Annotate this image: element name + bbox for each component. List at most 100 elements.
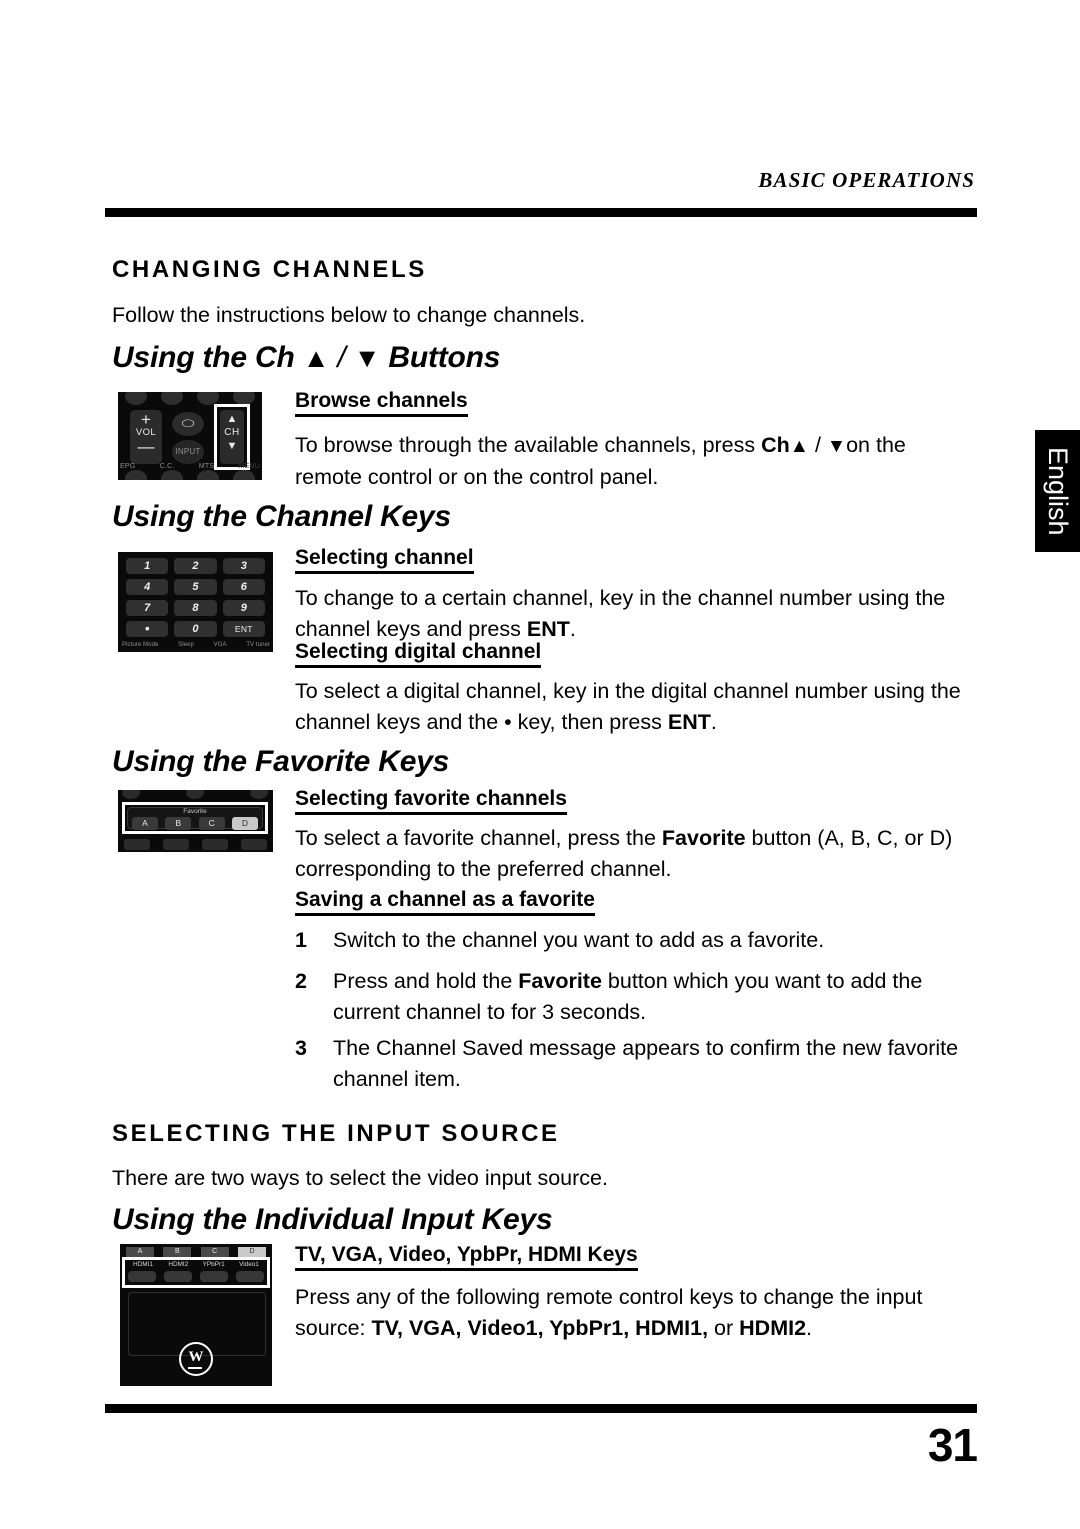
step-number-1: 1 (295, 928, 307, 952)
ch-inline-up-icon: ▲ (789, 435, 809, 457)
input-body-or: or (714, 1316, 734, 1340)
keypad-key-2: 2 (174, 558, 217, 574)
list-item: 2 Press and hold the Favorite button whi… (295, 966, 985, 1028)
input-key-labels: HDMI1 HDMI2 YPbPr1 Video1 (128, 1261, 264, 1268)
digital-channel-line1: To select a digital channel, key in the … (295, 679, 925, 703)
input-letter-d: D (237, 1247, 266, 1257)
step-number-3: 3 (295, 1036, 307, 1060)
language-tab: English (1035, 430, 1080, 552)
favorite-keys-highlight: Favorite A B C D (122, 802, 268, 834)
input-body-line2-pre: source: (295, 1316, 366, 1340)
selecting-channel-line1: To change to a certain channel, key in t… (295, 586, 910, 610)
manual-page: BASIC OPERATIONS English CHANGING CHANNE… (0, 0, 1080, 1529)
selecting-channel-body: To change to a certain channel, key in t… (295, 583, 975, 645)
keypad-key-9: 9 (222, 600, 265, 616)
favorite-key-c: C (198, 817, 225, 830)
input-label-video1: Video1 (239, 1261, 259, 1268)
slash-separator: / (337, 341, 346, 374)
selecting-favorite-body: To select a favorite channel, press the … (295, 823, 985, 885)
step2-post: button which you want to add (607, 969, 887, 993)
caption-mts: MTS (198, 463, 215, 470)
keypad-key-6: 6 (222, 579, 265, 595)
step-text-2: Press and hold the Favorite button which… (333, 966, 985, 1028)
ent-key-label-1: ENT (526, 617, 570, 641)
footer-rule (105, 1404, 977, 1413)
list-item: 1 Switch to the channel you want to add … (295, 925, 985, 956)
input-source-intro: There are two ways to select the video i… (112, 1166, 608, 1190)
ch-up-icon: ▲ (226, 413, 238, 425)
favorite-keys-inner: Favorite A B C D (127, 807, 263, 830)
control-panel-image: + VOL — ⬭ INPUT ▲ CH ▼ EPG C.C. MTS MENU (118, 392, 262, 480)
input-body-line1: Press any of the following remote contro… (295, 1285, 923, 1309)
step-number-2: 2 (295, 969, 307, 993)
digital-channel-line2-post: . (710, 710, 717, 734)
input-source-key-list: TV, VGA, Video1, YpbPr1, HDMI1, (371, 1316, 709, 1340)
step-text-1: Switch to the channel you want to add as… (333, 928, 825, 952)
section-heading-input-source: SELECTING THE INPUT SOURCE (112, 1120, 560, 1147)
volume-key: + VOL — (130, 410, 162, 464)
step3-line1: The Channel Saved message appears to con… (333, 1036, 882, 1060)
keypad-key-7: 7 (126, 600, 169, 616)
input-source-key-hdmi2: HDMI2 (739, 1316, 807, 1340)
step-text-3: The Channel Saved message appears to con… (333, 1033, 985, 1095)
ch-inline-down-icon: ▼ (826, 435, 847, 457)
panel-bottom-dots (118, 469, 262, 480)
keypad-key-4: 4 (126, 579, 169, 595)
ch-inline-on: on (846, 433, 870, 457)
favorite-key-row: A B C D (132, 817, 258, 830)
triangle-down-icon: ▼ (353, 343, 381, 373)
minor-heading-input-keys: TV, VGA, Video, YpbPr, HDMI Keys (295, 1243, 638, 1271)
aspect-ratio-icon: ⬭ (172, 412, 204, 436)
minor-heading-selecting-digital-channel: Selecting digital channel (295, 640, 542, 668)
favorite-panel-title: Favorite (183, 808, 207, 815)
favorite-body-pre: To select a favorite channel, press the (295, 826, 656, 850)
keypad-key-0: 0 (174, 621, 217, 637)
panel-top-dots (118, 392, 262, 405)
keypad-image: 1 2 3 4 5 6 7 8 9 • 0 ENT Picture Mode S… (118, 552, 273, 652)
selecting-channel-line2-post: . (569, 617, 576, 641)
keypad-key-8: 8 (174, 600, 217, 616)
favorite-panel-bottom-row (124, 839, 267, 850)
caption-picture-mode: Picture Mode (122, 641, 159, 648)
input-letter-a: A (126, 1247, 154, 1257)
minor-heading-browse-channels: Browse channels (295, 389, 468, 417)
ent-key-label-2: ENT (667, 710, 711, 734)
subheading-ch-suffix: Buttons (388, 341, 501, 374)
favorite-body-post: button (A, B, C, or (751, 826, 924, 850)
triangle-up-icon: ▲ (302, 343, 330, 373)
westinghouse-logo-icon: W (179, 1342, 213, 1376)
subheading-favorite-keys: Using the Favorite Keys (112, 745, 450, 778)
caption-vga: VGA (213, 641, 227, 648)
browse-channels-body: To browse through the available channels… (295, 430, 975, 493)
keypad-key-ent: ENT (222, 621, 265, 637)
subheading-individual-input-keys: Using the Individual Input Keys (112, 1203, 553, 1236)
keypad-captions: Picture Mode Sleep VGA TV tuner (122, 641, 270, 648)
ch-inline-slash: / (814, 433, 821, 457)
volume-minus-label: — (137, 437, 155, 456)
input-letter-c: C (200, 1247, 229, 1257)
caption-sleep: Sleep (178, 641, 194, 648)
caption-menu: MENU (238, 463, 260, 470)
volume-plus-label: + (141, 410, 151, 429)
caption-tv-tuner: TV tuner (246, 641, 270, 648)
caption-cc: C.C. (159, 463, 175, 470)
input-keys-body: Press any of the following remote contro… (295, 1282, 985, 1344)
input-abcd-row: A B C D (126, 1247, 266, 1257)
browse-body-line1: To browse through the available channels… (295, 433, 756, 457)
input-body-period: . (806, 1316, 813, 1340)
panel-captions: EPG C.C. MTS MENU (120, 463, 260, 470)
favorite-button-label-2: Favorite (518, 969, 602, 993)
favorite-panel-top-dots (122, 790, 268, 800)
input-key-label: INPUT (172, 440, 204, 464)
input-key-buttons (128, 1271, 264, 1282)
changing-channels-intro: Follow the instructions below to change … (112, 303, 586, 327)
list-item: 3 The Channel Saved message appears to c… (295, 1033, 985, 1095)
subheading-ch-buttons: Using the Ch ▲ / ▼ Buttons (112, 341, 500, 375)
favorite-key-d: D (231, 817, 258, 830)
input-keys-highlight: HDMI1 HDMI2 YPbPr1 Video1 (122, 1257, 270, 1288)
favorite-keys-image: Favorite A B C D (118, 790, 273, 852)
header-rule (105, 208, 977, 217)
step2-pre: Press and hold the (333, 969, 513, 993)
input-letter-b: B (163, 1247, 192, 1257)
selecting-digital-channel-body: To select a digital channel, key in the … (295, 676, 985, 738)
